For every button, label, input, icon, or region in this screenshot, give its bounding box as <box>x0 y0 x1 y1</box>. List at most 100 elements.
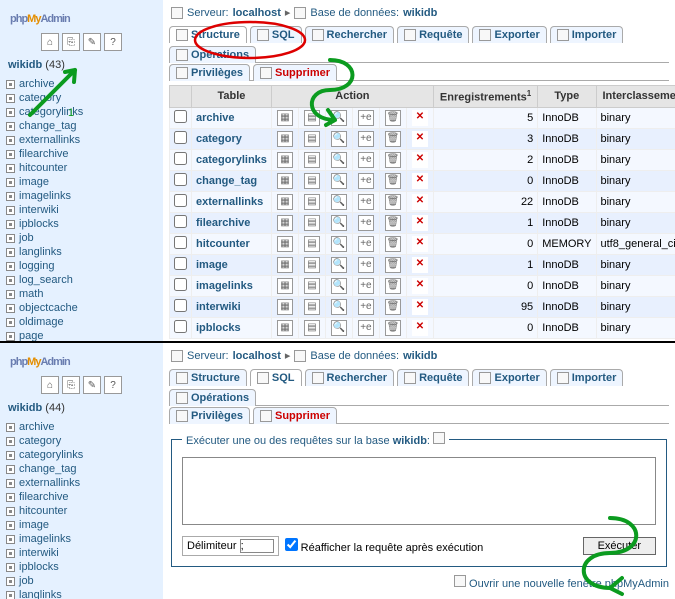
drop-icon[interactable]: ✕ <box>412 320 428 336</box>
drop-icon[interactable]: ✕ <box>412 194 428 210</box>
sidebar-table-item[interactable]: category <box>6 434 157 448</box>
browse-icon[interactable]: ▦ <box>277 278 293 294</box>
structure-icon[interactable]: ▤ <box>304 215 320 231</box>
structure-icon[interactable]: ▤ <box>304 194 320 210</box>
sidebar-table-item[interactable]: imagelinks <box>6 532 157 546</box>
insert-icon[interactable]: +e <box>358 215 374 231</box>
tab-drop[interactable]: Supprimer <box>253 407 337 424</box>
drop-icon[interactable]: ✕ <box>412 278 428 294</box>
table-name[interactable]: imagelinks <box>192 275 272 296</box>
sidebar-table-item[interactable]: interwiki <box>6 203 157 217</box>
sidebar-table-item[interactable]: langlinks <box>6 588 157 599</box>
insert-icon[interactable]: +e <box>358 320 374 336</box>
sidebar-table-item[interactable]: change_tag <box>6 462 157 476</box>
docs-icon[interactable]: ? <box>104 33 122 51</box>
search-icon[interactable]: 🔍 <box>331 257 347 273</box>
tab-privileges[interactable]: Privilèges <box>169 407 250 424</box>
search-icon[interactable]: 🔍 <box>331 152 347 168</box>
search-icon[interactable]: 🔍 <box>331 173 347 189</box>
sidebar-table-item[interactable]: hitcounter <box>6 161 157 175</box>
sql-icon[interactable]: ✎ <box>83 376 101 394</box>
sidebar-table-item[interactable]: logging <box>6 259 157 273</box>
tab-export[interactable]: Exporter <box>472 26 546 43</box>
execute-button[interactable]: Exécuter <box>583 537 656 555</box>
browse-icon[interactable]: ▦ <box>277 131 293 147</box>
sidebar-table-item[interactable]: langlinks <box>6 245 157 259</box>
empty-icon[interactable]: 🗑 <box>385 278 401 294</box>
table-name[interactable]: ipblocks <box>192 317 272 338</box>
sidebar-table-item[interactable]: externallinks <box>6 133 157 147</box>
sidebar-table-item[interactable]: page <box>6 329 157 341</box>
table-name[interactable]: image <box>192 254 272 275</box>
row-checkbox[interactable] <box>174 173 187 186</box>
tab-operations[interactable]: Opérations <box>169 389 256 406</box>
tab-drop[interactable]: Supprimer <box>253 64 337 81</box>
sidebar-table-item[interactable]: objectcache <box>6 301 157 315</box>
search-icon[interactable]: 🔍 <box>331 278 347 294</box>
drop-icon[interactable]: ✕ <box>412 215 428 231</box>
search-icon[interactable]: 🔍 <box>331 215 347 231</box>
new-window-link[interactable]: Ouvrir une nouvelle fenêtre phpMyAdmin <box>169 575 669 590</box>
table-name[interactable]: filearchive <box>192 212 272 233</box>
empty-icon[interactable]: 🗑 <box>385 152 401 168</box>
tab-privileges[interactable]: Privilèges <box>169 64 250 81</box>
empty-icon[interactable]: 🗑 <box>385 236 401 252</box>
sidebar-table-item[interactable]: archive <box>6 77 157 91</box>
table-name[interactable]: archive <box>192 107 272 128</box>
browse-icon[interactable]: ▦ <box>277 152 293 168</box>
structure-icon[interactable]: ▤ <box>304 110 320 126</box>
empty-icon[interactable]: 🗑 <box>385 110 401 126</box>
reshow-checkbox[interactable]: Réafficher la requête après exécution <box>285 538 484 554</box>
delimiter-input[interactable] <box>240 539 274 553</box>
drop-icon[interactable]: ✕ <box>412 173 428 189</box>
insert-icon[interactable]: +e <box>358 110 374 126</box>
sidebar-table-item[interactable]: change_tag <box>6 119 157 133</box>
structure-icon[interactable]: ▤ <box>304 236 320 252</box>
col-table[interactable]: Table <box>192 86 272 108</box>
empty-icon[interactable]: 🗑 <box>385 299 401 315</box>
db-name[interactable]: wikidb (43) <box>8 59 157 71</box>
browse-icon[interactable]: ▦ <box>277 110 293 126</box>
drop-icon[interactable]: ✕ <box>412 131 428 147</box>
insert-icon[interactable]: +e <box>358 236 374 252</box>
tab-structure[interactable]: Structure <box>169 369 247 386</box>
browse-icon[interactable]: ▦ <box>277 194 293 210</box>
tab-query[interactable]: Requête <box>397 369 469 386</box>
sidebar-table-item[interactable]: categorylinks <box>6 105 157 119</box>
insert-icon[interactable]: +e <box>358 257 374 273</box>
row-checkbox[interactable] <box>174 299 187 312</box>
empty-icon[interactable]: 🗑 <box>385 131 401 147</box>
sidebar-table-item[interactable]: job <box>6 231 157 245</box>
structure-icon[interactable]: ▤ <box>304 152 320 168</box>
tab-structure[interactable]: Structure <box>169 26 247 43</box>
sidebar-table-item[interactable]: hitcounter <box>6 504 157 518</box>
tab-export[interactable]: Exporter <box>472 369 546 386</box>
row-checkbox[interactable] <box>174 236 187 249</box>
tab-sql[interactable]: SQL <box>250 369 302 386</box>
insert-icon[interactable]: +e <box>358 131 374 147</box>
browse-icon[interactable]: ▦ <box>277 236 293 252</box>
empty-icon[interactable]: 🗑 <box>385 194 401 210</box>
browse-icon[interactable]: ▦ <box>277 173 293 189</box>
sidebar-table-item[interactable]: interwiki <box>6 546 157 560</box>
search-icon[interactable]: 🔍 <box>331 299 347 315</box>
sidebar-table-item[interactable]: oldimage <box>6 315 157 329</box>
search-icon[interactable]: 🔍 <box>331 110 347 126</box>
sidebar-table-item[interactable]: ipblocks <box>6 217 157 231</box>
structure-icon[interactable]: ▤ <box>304 131 320 147</box>
table-name[interactable]: interwiki <box>192 296 272 317</box>
insert-icon[interactable]: +e <box>358 299 374 315</box>
col-rows[interactable]: Enregistrements1 <box>433 86 537 108</box>
sidebar-table-item[interactable]: image <box>6 175 157 189</box>
empty-icon[interactable]: 🗑 <box>385 257 401 273</box>
row-checkbox[interactable] <box>174 278 187 291</box>
home-icon[interactable]: ⌂ <box>41 376 59 394</box>
help-icon[interactable] <box>433 432 445 444</box>
insert-icon[interactable]: +e <box>358 152 374 168</box>
col-collation[interactable]: Interclassement <box>596 86 675 108</box>
db-name[interactable]: wikidb (44) <box>8 402 157 414</box>
drop-icon[interactable]: ✕ <box>412 299 428 315</box>
browse-icon[interactable]: ▦ <box>277 320 293 336</box>
sidebar-table-item[interactable]: archive <box>6 420 157 434</box>
insert-icon[interactable]: +e <box>358 278 374 294</box>
